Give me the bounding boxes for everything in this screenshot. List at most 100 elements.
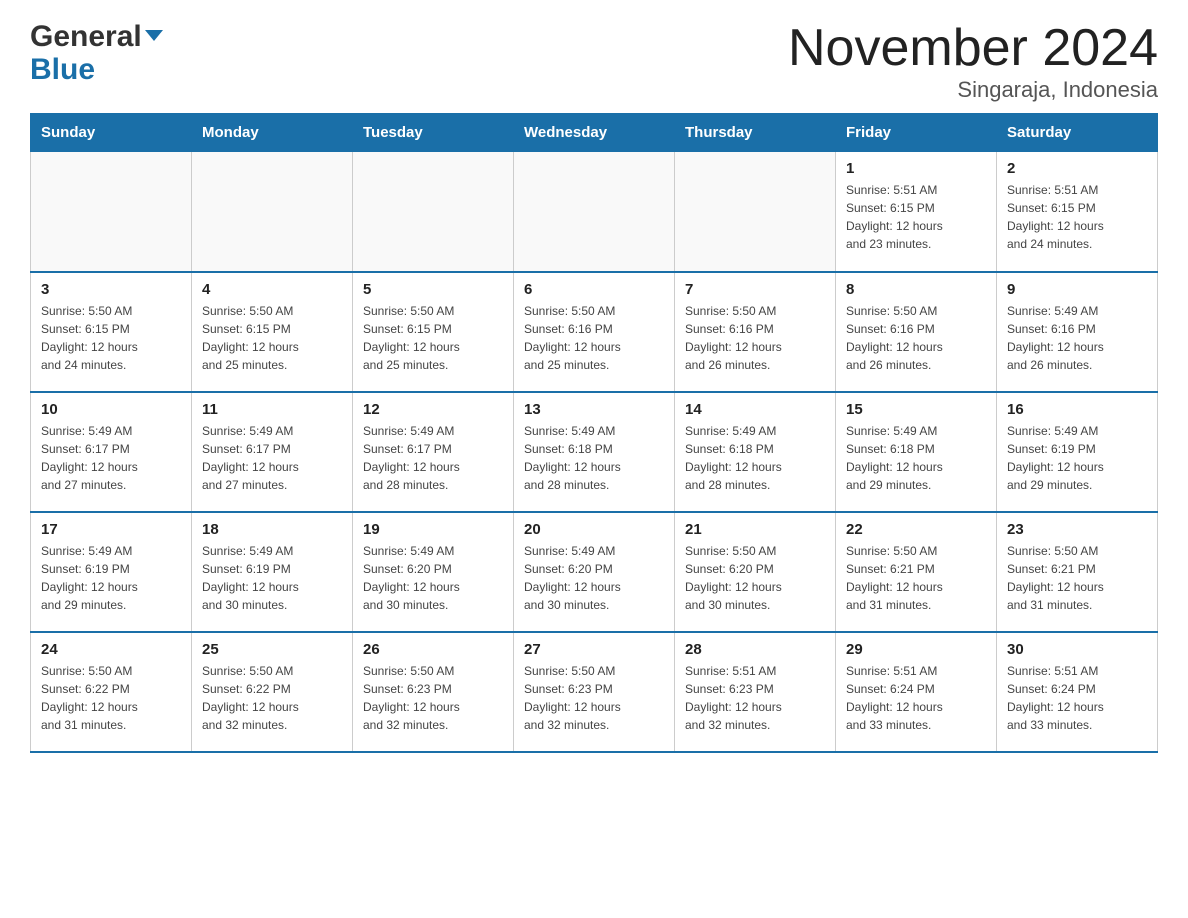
day-info: Sunrise: 5:49 AM Sunset: 6:20 PM Dayligh… bbox=[363, 542, 503, 614]
day-number: 24 bbox=[41, 641, 181, 658]
day-number: 4 bbox=[202, 281, 342, 298]
day-number: 25 bbox=[202, 641, 342, 658]
day-number: 26 bbox=[363, 641, 503, 658]
calendar-cell: 6 Sunrise: 5:50 AM Sunset: 6:16 PM Daylig… bbox=[514, 272, 675, 392]
day-number: 28 bbox=[685, 641, 825, 658]
day-info: Sunrise: 5:51 AM Sunset: 6:15 PM Dayligh… bbox=[1007, 181, 1147, 253]
weekday-header-wednesday: Wednesday bbox=[514, 114, 675, 152]
day-number: 6 bbox=[524, 281, 664, 298]
day-number: 2 bbox=[1007, 160, 1147, 177]
logo-blue-text: Blue bbox=[30, 53, 95, 86]
day-number: 27 bbox=[524, 641, 664, 658]
day-info: Sunrise: 5:49 AM Sunset: 6:17 PM Dayligh… bbox=[41, 422, 181, 494]
title-block: November 2024 Singaraja, Indonesia bbox=[788, 20, 1158, 103]
calendar-cell: 17 Sunrise: 5:49 AM Sunset: 6:19 PM Dayli… bbox=[31, 512, 192, 632]
day-info: Sunrise: 5:50 AM Sunset: 6:23 PM Dayligh… bbox=[524, 662, 664, 734]
day-info: Sunrise: 5:50 AM Sunset: 6:15 PM Dayligh… bbox=[202, 302, 342, 374]
day-number: 12 bbox=[363, 401, 503, 418]
calendar-title: November 2024 bbox=[788, 20, 1158, 77]
calendar-cell bbox=[192, 152, 353, 272]
day-info: Sunrise: 5:50 AM Sunset: 6:22 PM Dayligh… bbox=[41, 662, 181, 734]
calendar-cell bbox=[31, 152, 192, 272]
day-number: 14 bbox=[685, 401, 825, 418]
day-number: 9 bbox=[1007, 281, 1147, 298]
day-number: 23 bbox=[1007, 521, 1147, 538]
calendar-cell: 15 Sunrise: 5:49 AM Sunset: 6:18 PM Dayli… bbox=[836, 392, 997, 512]
calendar-cell: 5 Sunrise: 5:50 AM Sunset: 6:15 PM Daylig… bbox=[353, 272, 514, 392]
day-info: Sunrise: 5:49 AM Sunset: 6:19 PM Dayligh… bbox=[202, 542, 342, 614]
day-info: Sunrise: 5:49 AM Sunset: 6:16 PM Dayligh… bbox=[1007, 302, 1147, 374]
calendar-cell: 11Sunrise: 5:49 AM Sunset: 6:17 PM Dayli… bbox=[192, 392, 353, 512]
day-info: Sunrise: 5:50 AM Sunset: 6:21 PM Dayligh… bbox=[1007, 542, 1147, 614]
logo-general-text: General bbox=[30, 20, 142, 53]
day-number: 19 bbox=[363, 521, 503, 538]
calendar-cell: 12Sunrise: 5:49 AM Sunset: 6:17 PM Dayli… bbox=[353, 392, 514, 512]
weekday-header-row: SundayMondayTuesdayWednesdayThursdayFrid… bbox=[31, 114, 1158, 152]
calendar-cell: 27 Sunrise: 5:50 AM Sunset: 6:23 PM Dayli… bbox=[514, 632, 675, 752]
calendar-subtitle: Singaraja, Indonesia bbox=[788, 77, 1158, 103]
day-info: Sunrise: 5:50 AM Sunset: 6:23 PM Dayligh… bbox=[363, 662, 503, 734]
day-info: Sunrise: 5:50 AM Sunset: 6:15 PM Dayligh… bbox=[41, 302, 181, 374]
day-number: 18 bbox=[202, 521, 342, 538]
day-number: 11 bbox=[202, 401, 342, 418]
calendar-cell: 28 Sunrise: 5:51 AM Sunset: 6:23 PM Dayli… bbox=[675, 632, 836, 752]
day-number: 13 bbox=[524, 401, 664, 418]
day-number: 21 bbox=[685, 521, 825, 538]
day-number: 29 bbox=[846, 641, 986, 658]
calendar-cell: 16 Sunrise: 5:49 AM Sunset: 6:19 PM Dayli… bbox=[997, 392, 1158, 512]
day-info: Sunrise: 5:50 AM Sunset: 6:16 PM Dayligh… bbox=[524, 302, 664, 374]
calendar-cell: 4 Sunrise: 5:50 AM Sunset: 6:15 PM Daylig… bbox=[192, 272, 353, 392]
day-info: Sunrise: 5:50 AM Sunset: 6:16 PM Dayligh… bbox=[685, 302, 825, 374]
calendar-cell: 1Sunrise: 5:51 AM Sunset: 6:15 PM Daylig… bbox=[836, 152, 997, 272]
calendar-cell: 25 Sunrise: 5:50 AM Sunset: 6:22 PM Dayli… bbox=[192, 632, 353, 752]
day-info: Sunrise: 5:49 AM Sunset: 6:18 PM Dayligh… bbox=[524, 422, 664, 494]
calendar-cell: 29 Sunrise: 5:51 AM Sunset: 6:24 PM Dayli… bbox=[836, 632, 997, 752]
day-info: Sunrise: 5:51 AM Sunset: 6:23 PM Dayligh… bbox=[685, 662, 825, 734]
day-number: 17 bbox=[41, 521, 181, 538]
calendar-cell bbox=[675, 152, 836, 272]
day-info: Sunrise: 5:49 AM Sunset: 6:18 PM Dayligh… bbox=[846, 422, 986, 494]
day-info: Sunrise: 5:50 AM Sunset: 6:21 PM Dayligh… bbox=[846, 542, 986, 614]
calendar-week-4: 17 Sunrise: 5:49 AM Sunset: 6:19 PM Dayli… bbox=[31, 512, 1158, 632]
day-info: Sunrise: 5:49 AM Sunset: 6:19 PM Dayligh… bbox=[41, 542, 181, 614]
calendar-cell: 24 Sunrise: 5:50 AM Sunset: 6:22 PM Dayli… bbox=[31, 632, 192, 752]
day-info: Sunrise: 5:50 AM Sunset: 6:16 PM Dayligh… bbox=[846, 302, 986, 374]
day-info: Sunrise: 5:51 AM Sunset: 6:24 PM Dayligh… bbox=[1007, 662, 1147, 734]
calendar-cell: 2 Sunrise: 5:51 AM Sunset: 6:15 PM Daylig… bbox=[997, 152, 1158, 272]
day-number: 16 bbox=[1007, 401, 1147, 418]
calendar-cell: 19 Sunrise: 5:49 AM Sunset: 6:20 PM Dayli… bbox=[353, 512, 514, 632]
day-number: 5 bbox=[363, 281, 503, 298]
day-info: Sunrise: 5:50 AM Sunset: 6:22 PM Dayligh… bbox=[202, 662, 342, 734]
calendar-cell: 3 Sunrise: 5:50 AM Sunset: 6:15 PM Daylig… bbox=[31, 272, 192, 392]
day-number: 7 bbox=[685, 281, 825, 298]
logo-arrow-icon bbox=[145, 30, 163, 41]
day-number: 1 bbox=[846, 160, 986, 177]
day-info: Sunrise: 5:49 AM Sunset: 6:19 PM Dayligh… bbox=[1007, 422, 1147, 494]
logo: General Blue bbox=[30, 20, 163, 86]
day-info: Sunrise: 5:50 AM Sunset: 6:15 PM Dayligh… bbox=[363, 302, 503, 374]
calendar-week-5: 24 Sunrise: 5:50 AM Sunset: 6:22 PM Dayli… bbox=[31, 632, 1158, 752]
day-number: 3 bbox=[41, 281, 181, 298]
calendar-cell: 7 Sunrise: 5:50 AM Sunset: 6:16 PM Daylig… bbox=[675, 272, 836, 392]
day-info: Sunrise: 5:49 AM Sunset: 6:18 PM Dayligh… bbox=[685, 422, 825, 494]
page-header: General Blue November 2024 Singaraja, In… bbox=[30, 20, 1158, 103]
calendar-cell: 9 Sunrise: 5:49 AM Sunset: 6:16 PM Daylig… bbox=[997, 272, 1158, 392]
weekday-header-tuesday: Tuesday bbox=[353, 114, 514, 152]
day-info: Sunrise: 5:51 AM Sunset: 6:24 PM Dayligh… bbox=[846, 662, 986, 734]
calendar-cell: 21 Sunrise: 5:50 AM Sunset: 6:20 PM Dayli… bbox=[675, 512, 836, 632]
calendar-cell: 20Sunrise: 5:49 AM Sunset: 6:20 PM Dayli… bbox=[514, 512, 675, 632]
day-number: 15 bbox=[846, 401, 986, 418]
calendar-table: SundayMondayTuesdayWednesdayThursdayFrid… bbox=[30, 113, 1158, 753]
day-number: 10 bbox=[41, 401, 181, 418]
calendar-cell: 10 Sunrise: 5:49 AM Sunset: 6:17 PM Dayli… bbox=[31, 392, 192, 512]
day-number: 30 bbox=[1007, 641, 1147, 658]
weekday-header-monday: Monday bbox=[192, 114, 353, 152]
day-info: Sunrise: 5:50 AM Sunset: 6:20 PM Dayligh… bbox=[685, 542, 825, 614]
day-info: Sunrise: 5:49 AM Sunset: 6:20 PM Dayligh… bbox=[524, 542, 664, 614]
calendar-week-2: 3 Sunrise: 5:50 AM Sunset: 6:15 PM Daylig… bbox=[31, 272, 1158, 392]
calendar-cell bbox=[514, 152, 675, 272]
calendar-cell bbox=[353, 152, 514, 272]
calendar-cell: 22Sunrise: 5:50 AM Sunset: 6:21 PM Dayli… bbox=[836, 512, 997, 632]
calendar-cell: 13 Sunrise: 5:49 AM Sunset: 6:18 PM Dayli… bbox=[514, 392, 675, 512]
weekday-header-thursday: Thursday bbox=[675, 114, 836, 152]
